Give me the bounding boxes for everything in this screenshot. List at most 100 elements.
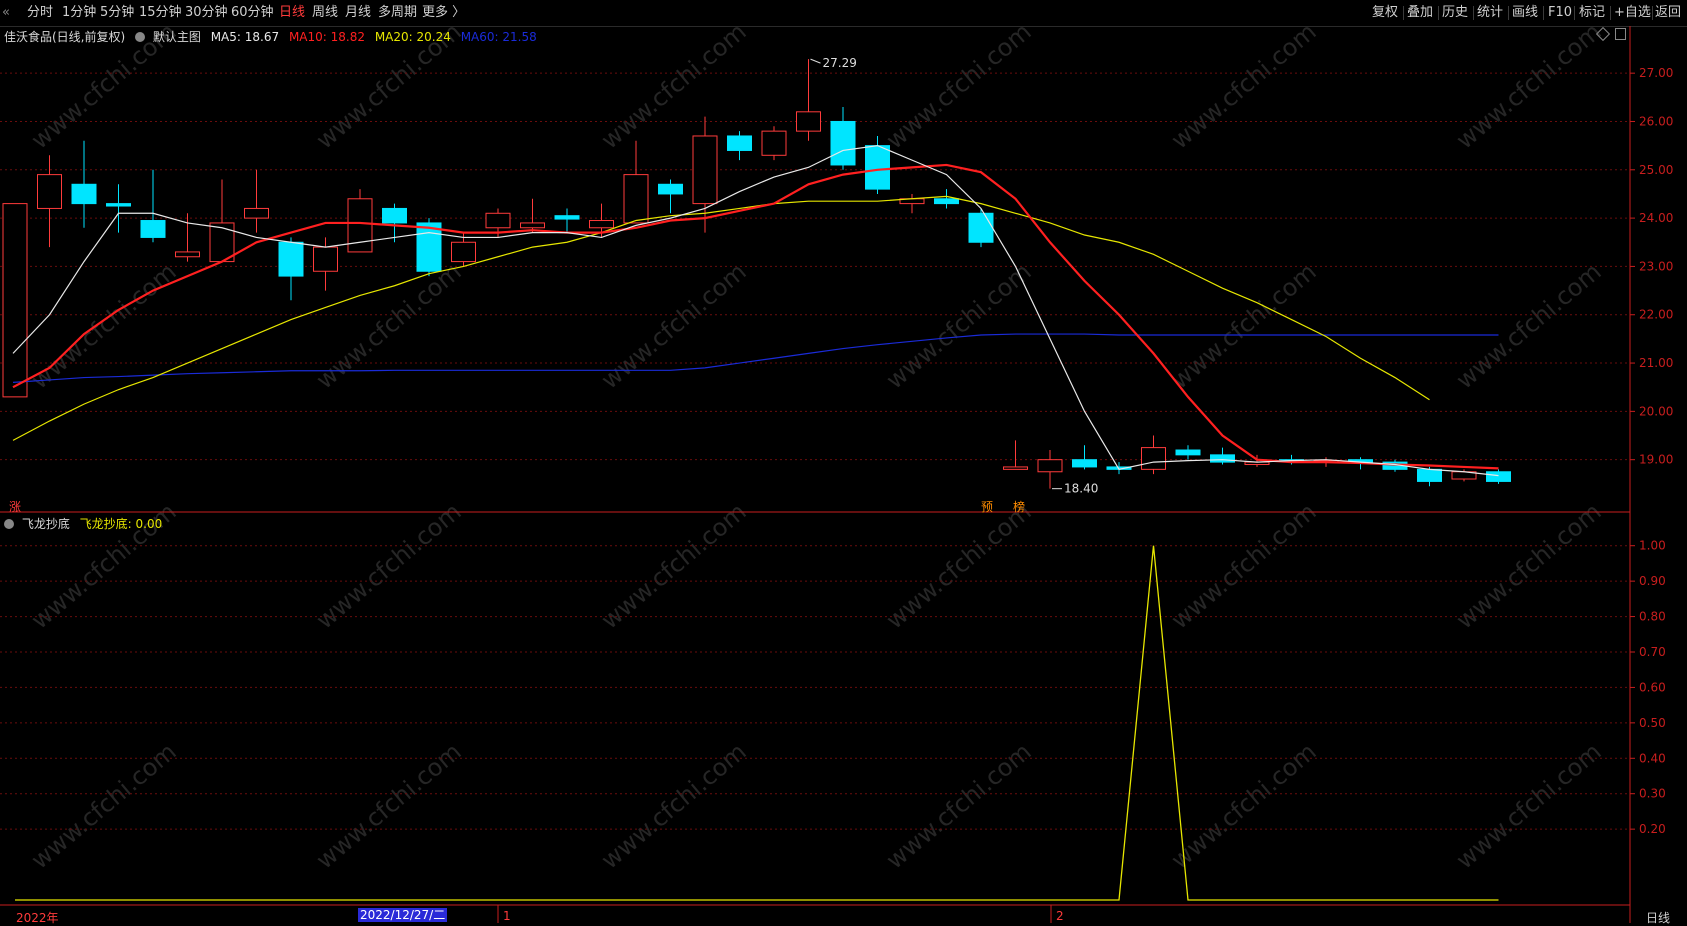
candle — [692, 116, 718, 233]
candle — [934, 189, 959, 209]
chart-grid — [0, 26, 1631, 923]
candle-body — [71, 183, 97, 205]
candle — [658, 179, 683, 214]
candle — [1210, 447, 1235, 465]
candle-body — [865, 145, 890, 190]
watermark-text: www.cfchi.com — [1451, 737, 1607, 874]
tag-yu: 预 — [981, 500, 994, 514]
candle-body — [278, 241, 304, 277]
indicator-tick-label: 0.40 — [1639, 751, 1666, 765]
candle — [830, 106, 856, 170]
candle — [244, 169, 269, 233]
candle-body — [1003, 466, 1028, 470]
template-name[interactable]: 默认主图 — [153, 30, 201, 44]
price-tick-label: 26.00 — [1639, 114, 1673, 128]
low-label: 18.40 — [1064, 482, 1098, 496]
candle-body — [1417, 468, 1442, 482]
candle-body — [968, 212, 994, 243]
candle-body — [934, 198, 959, 205]
ma10-value: MA10: 18.82 — [288, 30, 365, 44]
watermark-text: www.cfchi.com — [1166, 737, 1322, 874]
watermark-text: www.cfchi.com — [1451, 497, 1607, 634]
ma5-value: MA5: 18.67 — [210, 30, 280, 44]
indicator-value: 飞龙抄底: 0.00 — [79, 517, 163, 531]
price-tick-label: 20.00 — [1639, 404, 1673, 418]
high-label: 27.29 — [823, 56, 857, 70]
candle-body — [727, 135, 752, 151]
price-tick-label: 27.00 — [1639, 66, 1673, 80]
watermark-text: www.cfchi.com — [881, 17, 1037, 154]
candle — [623, 140, 649, 224]
price-tick-label: 19.00 — [1639, 453, 1673, 467]
candle-body — [658, 183, 683, 195]
template-toggle-icon[interactable] — [135, 32, 146, 42]
candle-body — [761, 130, 787, 156]
candle-body — [313, 246, 338, 272]
candle-body — [1072, 459, 1097, 468]
indicator-tick-label: 0.50 — [1639, 716, 1666, 730]
candle-body — [1486, 471, 1511, 482]
candle — [899, 193, 925, 214]
candle-body — [623, 174, 649, 224]
candle — [554, 208, 580, 233]
candle — [1175, 445, 1201, 460]
price-tick-label: 22.00 — [1639, 308, 1673, 322]
stock-name: 佳沃食品(日线,前复权) — [4, 30, 126, 44]
candle — [761, 126, 787, 161]
candle-body — [589, 220, 614, 229]
candle — [1037, 450, 1063, 489]
candle — [71, 140, 97, 228]
ma60-line — [12, 333, 1499, 383]
watermark-text: www.cfchi.com — [881, 737, 1037, 874]
indicator-toggle-icon[interactable] — [4, 519, 14, 529]
candle-body — [37, 174, 62, 209]
price-tick-label: 25.00 — [1639, 163, 1673, 177]
watermark-text: www.cfchi.com — [596, 257, 752, 394]
candle-body — [106, 203, 131, 207]
candle-body — [692, 135, 718, 205]
candle — [865, 135, 890, 194]
candle — [796, 59, 821, 141]
candle-body — [520, 222, 545, 229]
candle-body — [140, 220, 166, 238]
indicator-tick-label: 0.20 — [1639, 822, 1666, 836]
watermark-text: www.cfchi.com — [1166, 257, 1322, 394]
kline-chart[interactable]: www.cfchi.com www.cfchi.com www.cfchi.com w… — [0, 0, 1687, 923]
indicator-tick-label: 0.70 — [1639, 645, 1666, 659]
panel-toggle-icon[interactable] — [1615, 28, 1626, 40]
watermark-text: www.cfchi.com — [1451, 257, 1607, 394]
watermark-text: www.cfchi.com — [596, 17, 752, 154]
candle-body — [2, 203, 28, 398]
candle — [968, 208, 994, 248]
main-legend: 佳沃食品(日线,前复权) 默认主图 MA5: 18.67 MA10: 18.82… — [4, 28, 537, 45]
indicator-name[interactable]: 飞龙抄底 — [22, 517, 70, 531]
candle — [37, 155, 62, 248]
candle — [1141, 435, 1166, 475]
candle-body — [485, 212, 511, 229]
watermark-text: www.cfchi.com — [596, 497, 752, 634]
candle — [2, 203, 28, 398]
candle — [520, 198, 545, 233]
price-tick-label: 21.00 — [1639, 356, 1673, 370]
price-tick-label: 24.00 — [1639, 211, 1673, 225]
candle-body — [830, 120, 856, 166]
indicator-tick-label: 1.00 — [1639, 539, 1666, 553]
candle — [140, 169, 166, 243]
ma20-value: MA20: 20.24 — [374, 30, 451, 44]
candle-body — [1037, 459, 1063, 473]
indicator-tick-label: 0.90 — [1639, 574, 1666, 588]
candle — [278, 237, 304, 301]
candle-body — [382, 207, 407, 224]
price-tick-label: 23.00 — [1639, 259, 1673, 273]
watermark-text: www.cfchi.com — [1451, 17, 1607, 154]
indicator-tick-label: 0.60 — [1639, 680, 1666, 694]
watermark-text: www.cfchi.com — [596, 737, 752, 874]
candle — [1072, 445, 1097, 470]
bottom-month-1: 1 — [503, 909, 511, 923]
watermark-text: www.cfchi.com — [311, 737, 467, 874]
watermark-text: www.cfchi.com — [1166, 497, 1322, 634]
candle — [1003, 440, 1028, 470]
candle-body — [175, 251, 200, 258]
tag-zhang: 涨 — [9, 500, 22, 514]
indicator-legend: 飞龙抄底 飞龙抄底: 0.00 — [4, 515, 162, 532]
